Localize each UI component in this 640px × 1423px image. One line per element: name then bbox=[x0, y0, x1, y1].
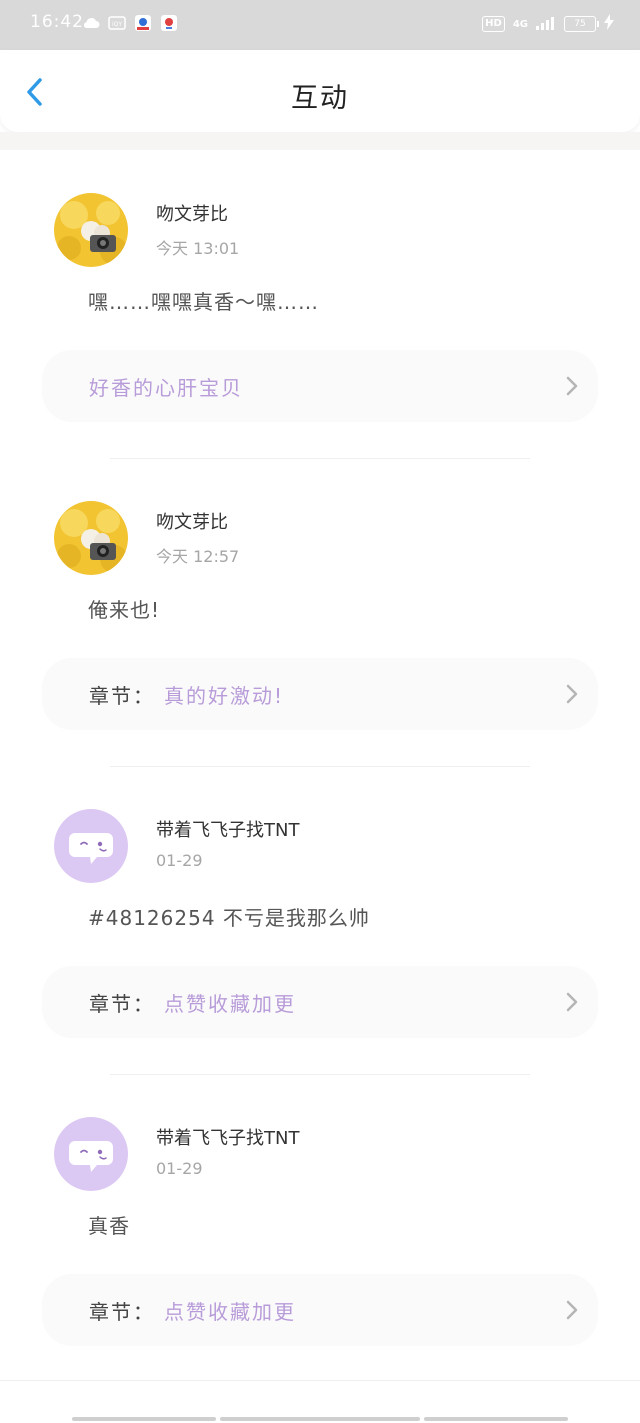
chapter-title: 点赞收藏加更 bbox=[164, 992, 296, 1016]
page-title: 互动 bbox=[291, 83, 349, 114]
charging-icon bbox=[604, 14, 614, 34]
chapter-prefix: 章节： bbox=[89, 992, 155, 1016]
interaction-item: 带着飞飞子找TNT 01-29 真香 章节： 点赞收藏加更 bbox=[0, 1074, 640, 1382]
comment-text: #48126254 不亏是我那么帅 bbox=[88, 906, 370, 930]
avatar[interactable] bbox=[54, 501, 128, 575]
nav-home-gesture[interactable] bbox=[220, 1417, 420, 1421]
svg-text:iQY: iQY bbox=[112, 21, 122, 28]
chapter-link[interactable]: 章节： 真的好激动! bbox=[42, 658, 598, 730]
map-app-icon bbox=[160, 14, 178, 32]
interaction-item: 带着飞飞子找TNT 01-29 #48126254 不亏是我那么帅 章节： 点赞… bbox=[0, 766, 640, 1074]
chapter-link[interactable]: 章节： 点赞收藏加更 bbox=[42, 966, 598, 1038]
chevron-right-icon bbox=[566, 1300, 578, 1320]
chapter-prefix: 章节： bbox=[89, 684, 155, 708]
chapter-title: 真的好激动! bbox=[164, 684, 285, 708]
nav-back-gesture[interactable] bbox=[72, 1417, 216, 1421]
timestamp: 01-29 bbox=[156, 1159, 203, 1178]
chevron-right-icon bbox=[566, 684, 578, 704]
chevron-right-icon bbox=[566, 992, 578, 1012]
chapter-prefix: 章节： bbox=[89, 1300, 155, 1324]
avatar[interactable] bbox=[54, 809, 128, 883]
chapter-title: 好香的心肝宝贝 bbox=[89, 376, 243, 400]
nav-recents-gesture[interactable] bbox=[424, 1417, 568, 1421]
username[interactable]: 吻文芽比 bbox=[156, 200, 228, 226]
timestamp: 今天 13:01 bbox=[156, 239, 240, 258]
chapter-title: 点赞收藏加更 bbox=[164, 1300, 296, 1324]
signal-icon bbox=[536, 15, 556, 34]
username[interactable]: 带着飞飞子找TNT bbox=[156, 1124, 299, 1150]
header: 互动 bbox=[0, 50, 640, 132]
comment-text: 真香 bbox=[88, 1214, 130, 1238]
battery-icon: 75 bbox=[564, 16, 599, 32]
avatar[interactable] bbox=[54, 1117, 128, 1191]
interaction-item: 吻文芽比 今天 12:57 俺来也! 章节： 真的好激动! bbox=[0, 458, 640, 766]
username[interactable]: 吻文芽比 bbox=[156, 508, 228, 534]
status-system-icons: HD 4G 75 bbox=[482, 14, 614, 34]
header-separator bbox=[0, 132, 640, 150]
avatar[interactable] bbox=[54, 193, 128, 267]
chevron-right-icon bbox=[566, 376, 578, 396]
username[interactable]: 带着飞飞子找TNT bbox=[156, 816, 299, 842]
status-notification-icons: iQY bbox=[82, 14, 178, 32]
status-bar: 16:42 iQY HD 4G 75 bbox=[0, 0, 640, 50]
baidu-app-icon bbox=[134, 14, 152, 32]
timestamp: 01-29 bbox=[156, 851, 203, 870]
video-app-icon: iQY bbox=[108, 14, 126, 32]
interaction-item: 吻文芽比 今天 13:01 嘿……嘿嘿真香～嘿…… 好香的心肝宝贝 bbox=[0, 150, 640, 458]
hd-icon: HD bbox=[482, 16, 505, 32]
status-time: 16:42 bbox=[30, 12, 84, 32]
chapter-link[interactable]: 好香的心肝宝贝 bbox=[42, 350, 598, 422]
comment-text: 俺来也! bbox=[88, 598, 161, 622]
navigation-bar bbox=[0, 1380, 640, 1423]
network-type: 4G bbox=[512, 18, 528, 30]
timestamp: 今天 12:57 bbox=[156, 547, 240, 566]
comment-text: 嘿……嘿嘿真香～嘿…… bbox=[88, 290, 319, 314]
cloud-icon bbox=[82, 14, 100, 32]
chapter-link[interactable]: 章节： 点赞收藏加更 bbox=[42, 1274, 598, 1346]
